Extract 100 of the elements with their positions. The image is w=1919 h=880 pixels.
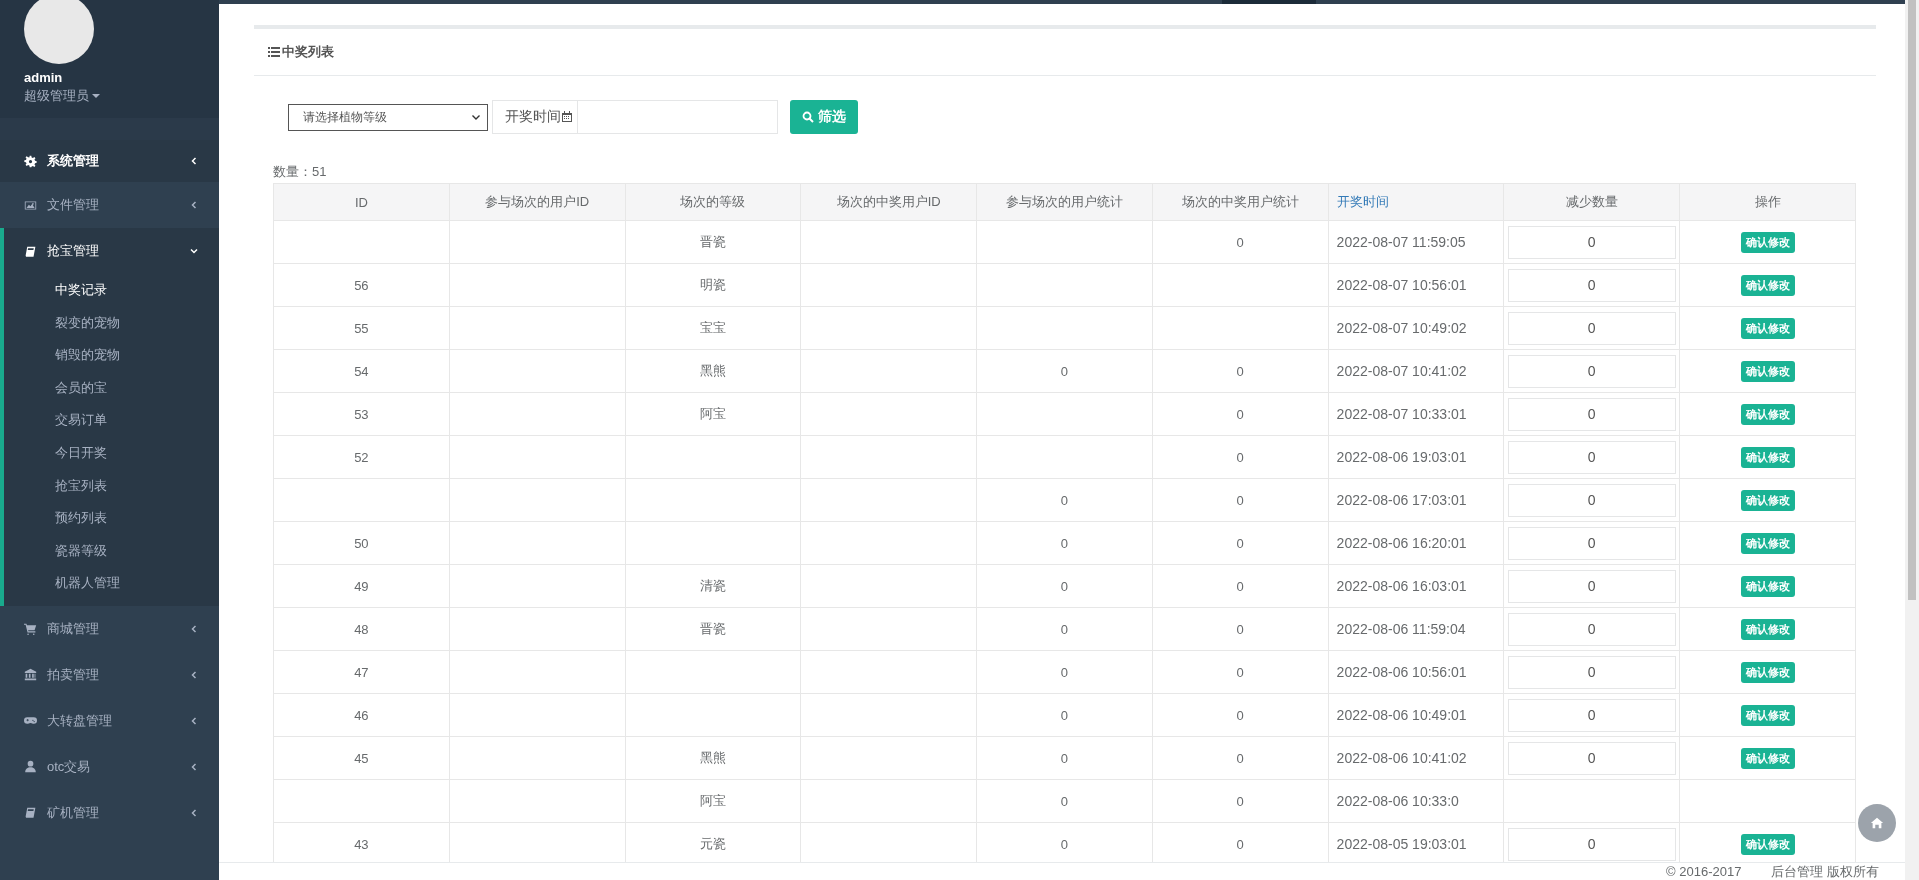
submenu-item[interactable]: 销毁的宠物: [4, 339, 120, 372]
panel-title: 中奖列表: [282, 43, 334, 61]
column-header: 操作: [1754, 194, 1781, 209]
quantity-input[interactable]: 0: [1507, 440, 1676, 474]
submenu-item[interactable]: 裂变的宠物: [4, 306, 120, 340]
table-cell: 黑熊: [699, 363, 726, 378]
table-cell: 0: [1236, 707, 1244, 723]
table-cell: 明瓷: [699, 277, 726, 292]
sort-link[interactable]: 开奖时间: [1336, 194, 1389, 209]
quantity-input[interactable]: 0: [1507, 354, 1676, 388]
home-icon: [1870, 816, 1884, 830]
level-select[interactable]: 请选择植物等级: [288, 103, 488, 131]
table-cell: 清瓷: [699, 578, 726, 593]
quantity-input[interactable]: 0: [1507, 569, 1676, 603]
home-button[interactable]: [1858, 804, 1896, 842]
quantity-input[interactable]: 0: [1507, 655, 1676, 689]
table-cell: 0: [1060, 793, 1069, 809]
table-cell: 0: [1236, 836, 1244, 852]
column-header: 场次的中奖用户ID: [836, 194, 941, 209]
table-cell: 0: [1060, 664, 1069, 680]
copyright-text: © 2016-2017: [1666, 863, 1742, 880]
table-cell: 0: [1236, 621, 1244, 637]
table-cell: 49: [354, 578, 369, 594]
table-cell: 0: [1060, 707, 1069, 723]
image-icon: [24, 198, 37, 212]
gear-icon: [24, 154, 37, 168]
table-cell: 2022-08-07 10:49:02: [1336, 320, 1467, 336]
column-header: 参与场次的用户ID: [485, 194, 590, 209]
submenu-item[interactable]: 瓷器等级: [4, 534, 107, 568]
table-cell: 2022-08-06 10:56:01: [1336, 664, 1467, 680]
chevron-down-icon: [471, 112, 481, 122]
menu-item[interactable]: 拍卖管理: [0, 651, 219, 698]
table-cell: 53: [354, 406, 369, 422]
quantity-input[interactable]: 0: [1507, 612, 1676, 646]
submenu-item[interactable]: 交易订单: [4, 404, 107, 437]
table-cell: 0: [1236, 535, 1244, 551]
table-cell: 0: [1236, 449, 1244, 465]
search-icon: [802, 111, 814, 123]
menu-item[interactable]: 系统管理: [0, 140, 219, 182]
table-cell: 0: [1060, 363, 1069, 379]
column-header: 场次的中奖用户统计: [1181, 194, 1299, 209]
quantity-input[interactable]: 0: [1507, 311, 1676, 345]
quantity-input[interactable]: 0: [1507, 526, 1676, 560]
table-cell: 2022-08-07 10:41:02: [1336, 363, 1467, 379]
quantity-input[interactable]: 0: [1507, 698, 1676, 732]
table-cell: 0: [1236, 750, 1244, 766]
quantity-input[interactable]: 0: [1507, 741, 1676, 775]
quantity-input[interactable]: 0: [1507, 483, 1676, 517]
user-icon: [24, 760, 37, 774]
table-cell: 0: [1060, 535, 1069, 551]
submenu-item[interactable]: 预约列表: [4, 502, 107, 535]
submenu-item[interactable]: 会员的宝: [4, 371, 107, 405]
table-cell: 0: [1236, 664, 1244, 680]
table-cell: 晋瓷: [699, 621, 726, 636]
column-header: ID: [354, 194, 368, 210]
date-field[interactable]: 开奖时间: [492, 100, 778, 134]
column-header: 减少数量: [1565, 194, 1618, 209]
caret-icon: [92, 94, 100, 98]
table-cell: 2022-08-06 19:03:01: [1336, 449, 1467, 465]
menu-item[interactable]: 矿机管理: [0, 789, 219, 836]
submenu-item[interactable]: 机器人管理: [4, 567, 120, 600]
menu-item[interactable]: 大转盘管理: [0, 697, 219, 744]
quantity-input[interactable]: 0: [1507, 225, 1676, 259]
table-cell: 0: [1236, 492, 1244, 508]
menu-item[interactable]: 商城管理: [0, 605, 219, 652]
chevron-left-icon: [189, 715, 199, 726]
submenu-item[interactable]: 中奖记录: [4, 274, 107, 307]
quantity-input[interactable]: 0: [1507, 397, 1676, 431]
top-tab[interactable]: [1222, 0, 1316, 4]
quantity-input[interactable]: 0: [1507, 827, 1676, 861]
footer-text: 后台管理 版权所有: [1771, 863, 1879, 880]
menu-item[interactable]: otc交易: [0, 743, 219, 790]
submenu-item[interactable]: 抢宝列表: [4, 469, 107, 503]
quantity-input[interactable]: 0: [1507, 268, 1676, 302]
book-icon: [24, 244, 37, 258]
table-cell: 0: [1060, 750, 1069, 766]
column-header: 参与场次的用户统计: [1005, 194, 1123, 209]
bank-icon: [24, 668, 37, 682]
table-cell: 2022-08-06 17:03:01: [1336, 492, 1467, 508]
table-cell: 0: [1236, 578, 1244, 594]
scrollbar[interactable]: [1905, 0, 1919, 880]
table-cell: 43: [354, 836, 369, 852]
chevron-left-icon: [189, 623, 199, 634]
user-role-dropdown[interactable]: 超级管理员: [24, 87, 100, 105]
table-cell: 2022-08-06 16:20:01: [1336, 535, 1467, 551]
chevron-left-icon: [189, 669, 199, 680]
table-cell: 47: [354, 664, 369, 680]
table-cell: 2022-08-06 10:33:0: [1336, 793, 1459, 809]
table-cell: 0: [1060, 836, 1069, 852]
table-cell: 2022-08-07 10:33:01: [1336, 406, 1467, 422]
chevron-down-icon: [189, 246, 199, 256]
menu-item[interactable]: 文件管理: [0, 182, 219, 228]
table-cell: 晋瓷: [699, 234, 726, 249]
menu-item[interactable]: 抢宝管理: [0, 228, 219, 274]
submenu-item[interactable]: 今日开奖: [4, 436, 107, 470]
table-cell: 2022-08-06 10:41:02: [1336, 750, 1467, 766]
user-name: admin: [24, 70, 64, 85]
table-cell: 0: [1236, 406, 1244, 422]
chevron-left-icon: [189, 807, 199, 818]
table-cell: 2022-08-05 19:03:01: [1336, 836, 1467, 852]
